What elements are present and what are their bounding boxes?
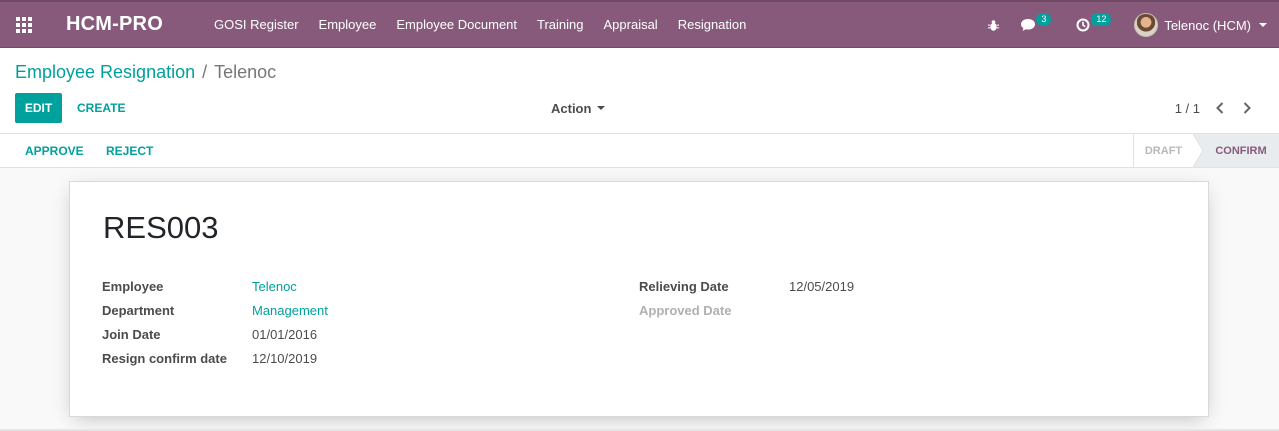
- activity-clock-icon[interactable]: 12: [1066, 2, 1122, 48]
- stage-confirm[interactable]: CONFIRM: [1193, 134, 1279, 167]
- create-button[interactable]: CREATE: [77, 93, 125, 123]
- form-sheet: RES003 Employee Telenoc Department Manag…: [69, 181, 1209, 417]
- employee-label: Employee: [102, 279, 164, 294]
- apps-menu-icon[interactable]: [0, 2, 48, 48]
- stage-draft[interactable]: DRAFT: [1133, 134, 1193, 167]
- breadcrumb-parent[interactable]: Employee Resignation: [15, 62, 195, 82]
- approved-date-label: Approved Date: [639, 303, 732, 318]
- join-date-value: 01/01/2016: [252, 327, 318, 342]
- menu-resignation[interactable]: Resignation: [668, 2, 757, 47]
- navbar-systray: 3 12 Telenoc (HCM): [977, 2, 1279, 48]
- pager-value[interactable]: 1 / 1: [1175, 93, 1200, 123]
- action-dropdown[interactable]: Action: [551, 93, 606, 123]
- approve-button[interactable]: APPROVE: [25, 134, 84, 167]
- breadcrumb-separator: /: [202, 62, 208, 82]
- menu-gosi-register[interactable]: GOSI Register: [204, 2, 309, 47]
- department-label: Department: [102, 303, 175, 318]
- top-navbar: HCM-PRO GOSI Register Employee Employee …: [0, 0, 1279, 48]
- debug-bug-icon[interactable]: [977, 2, 1010, 48]
- app-brand[interactable]: HCM-PRO: [66, 13, 204, 36]
- join-date-label: Join Date: [102, 327, 161, 342]
- pager-next-icon[interactable]: [1237, 93, 1257, 123]
- form-statusbar: APPROVE REJECT DRAFT CONFIRM: [0, 134, 1279, 168]
- relieving-date-value: 12/05/2019: [789, 279, 855, 294]
- menu-employee[interactable]: Employee: [309, 2, 387, 47]
- control-panel: Employee Resignation / Telenoc EDIT CREATE…: [0, 48, 1279, 134]
- menu-appraisal[interactable]: Appraisal: [594, 2, 668, 47]
- relieving-date-label: Relieving Date: [639, 279, 729, 294]
- reject-button[interactable]: REJECT: [106, 134, 153, 167]
- activities-count-badge: 12: [1091, 13, 1112, 26]
- menu-training[interactable]: Training: [527, 2, 593, 47]
- messages-icon[interactable]: 3: [1010, 2, 1066, 48]
- chevron-down-icon: [1259, 23, 1267, 27]
- user-menu[interactable]: Telenoc (HCM): [1122, 2, 1279, 48]
- action-label: Action: [551, 100, 592, 116]
- employee-value[interactable]: Telenoc: [252, 279, 297, 294]
- breadcrumb: Employee Resignation / Telenoc: [15, 62, 276, 83]
- department-value[interactable]: Management: [252, 303, 328, 318]
- menu-employee-document[interactable]: Employee Document: [386, 2, 527, 47]
- breadcrumb-current: Telenoc: [214, 62, 277, 82]
- stage-arrow-divider: [1193, 134, 1204, 167]
- record-title: RES003: [103, 210, 219, 245]
- resign-confirm-date-value: 12/10/2019: [252, 351, 318, 366]
- resign-confirm-date-label: Resign confirm date: [102, 351, 227, 366]
- messages-count-badge: 3: [1036, 13, 1052, 26]
- pager-previous-icon[interactable]: [1210, 93, 1230, 123]
- user-avatar: [1134, 13, 1159, 37]
- chevron-down-icon: [597, 106, 606, 110]
- edit-button[interactable]: EDIT: [15, 93, 62, 123]
- main-menu: GOSI Register Employee Employee Document…: [204, 2, 756, 47]
- user-name: Telenoc (HCM): [1164, 17, 1251, 33]
